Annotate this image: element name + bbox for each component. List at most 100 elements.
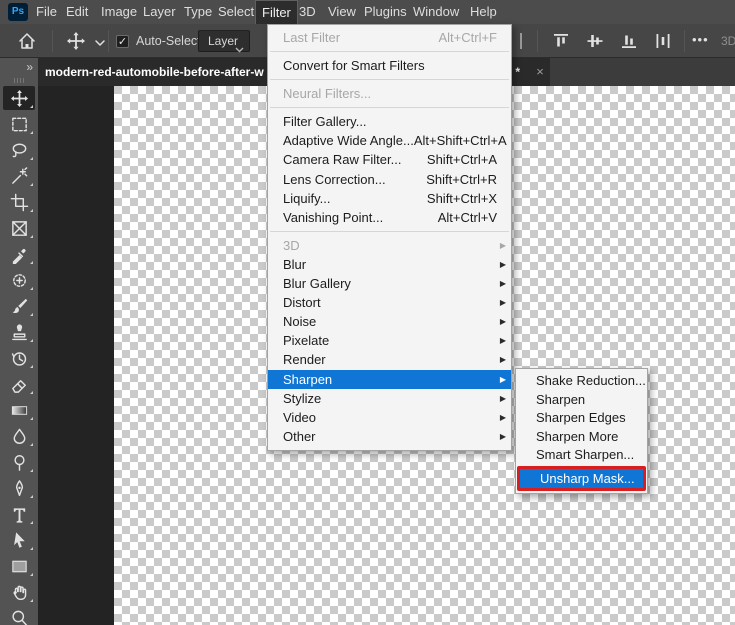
submenu-item-unsharp-mask[interactable]: Unsharp Mask... (520, 468, 643, 488)
tool-eraser[interactable] (3, 372, 35, 396)
menu-item-noise[interactable]: Noise ▶ (268, 312, 511, 331)
menu-item-blur[interactable]: Blur ▶ (268, 255, 511, 274)
submenu-arrow-icon: ▶ (499, 298, 506, 308)
tool-brush[interactable] (3, 294, 35, 318)
tool-blur[interactable] (3, 424, 35, 448)
tool-frame[interactable] (3, 216, 35, 240)
submenu-arrow-icon: ▶ (499, 374, 506, 384)
submenu-arrow-icon: ▶ (499, 355, 506, 365)
menu-item-video[interactable]: Video ▶ (268, 408, 511, 427)
submenu-item-smart-sharpen[interactable]: Smart Sharpen... (516, 446, 647, 465)
tool-eyedropper[interactable] (3, 242, 35, 266)
menu-item-label: Camera Raw Filter... (283, 152, 402, 168)
menubar-item-image[interactable]: Image (95, 0, 143, 24)
menu-item-last-filter[interactable]: Last Filter Alt+Ctrl+F (268, 28, 511, 47)
menubar-item-edit[interactable]: Edit (60, 0, 94, 24)
tool-hand[interactable] (3, 580, 35, 604)
menubar-item-help[interactable]: Help (464, 0, 503, 24)
menubar-item-filter[interactable]: Filter (255, 0, 298, 24)
menu-item-label: Video (283, 409, 317, 425)
menubar-item-layer[interactable]: Layer (137, 0, 182, 24)
menu-item-camera-raw-filter[interactable]: Camera Raw Filter... Shift+Ctrl+A (268, 150, 511, 169)
menu-item-label: Stylize (283, 390, 322, 406)
tool-lasso[interactable] (3, 138, 35, 162)
tool-path-selection[interactable] (3, 528, 35, 552)
menu-item-other[interactable]: Other ▶ (268, 427, 511, 446)
tool-history-brush[interactable] (3, 346, 35, 370)
chevron-down-icon[interactable] (90, 34, 110, 54)
menu-item-vanishing-point[interactable]: Vanishing Point... Alt+Ctrl+V (268, 208, 511, 227)
tool-rectangular-marquee[interactable] (3, 112, 35, 136)
menu-separator (270, 79, 509, 81)
tool-type[interactable] (3, 502, 35, 526)
menu-item-pixelate[interactable]: Pixelate ▶ (268, 331, 511, 350)
magic-wand-icon (11, 166, 27, 184)
menubar-item-select[interactable]: Select (212, 0, 260, 24)
submenu-arrow-icon: ▶ (499, 279, 506, 289)
menu-item-stylize[interactable]: Stylize ▶ (268, 389, 511, 408)
clone-stamp-icon (11, 323, 27, 340)
tool-move[interactable] (3, 86, 35, 110)
menu-item-label: Neural Filters... (283, 86, 372, 102)
brush-icon (12, 298, 27, 313)
menu-item-neural-filters[interactable]: Neural Filters... (268, 84, 511, 103)
menu-item-blur-gallery[interactable]: Blur Gallery ▶ (268, 274, 511, 293)
submenu-item-shake-reduction[interactable]: Shake Reduction... (516, 372, 647, 391)
move-icon (10, 89, 28, 107)
red-highlight-ring: Unsharp Mask... (517, 465, 646, 491)
tool-clone-stamp[interactable] (3, 320, 35, 344)
menu-item-lens-correction[interactable]: Lens Correction... Shift+Ctrl+R (268, 170, 511, 189)
menu-item-adaptive-wide-angle[interactable]: Adaptive Wide Angle... Alt+Shift+Ctrl+A (268, 131, 511, 150)
collapse-panel-button[interactable]: » (0, 58, 38, 76)
tool-pen[interactable] (3, 476, 35, 500)
tool-rectangle[interactable] (3, 554, 35, 578)
menu-item-3d[interactable]: 3D ▶ (268, 236, 511, 255)
menu-item-liquify[interactable]: Liquify... Shift+Ctrl+X (268, 189, 511, 208)
history-brush-icon (11, 351, 26, 366)
auto-select-checkbox[interactable]: ✓ (116, 35, 129, 48)
align-vertical-centers-icon[interactable] (585, 31, 605, 51)
menubar-item-plugins[interactable]: Plugins (358, 0, 413, 24)
tool-healing-brush[interactable] (3, 268, 35, 292)
options-divider (108, 30, 109, 52)
3d-mode-button[interactable]: 3D (721, 24, 735, 58)
panel-grip[interactable] (0, 76, 38, 84)
menu-item-label: Blur (283, 256, 307, 272)
distribute-horizontal-centers-icon[interactable] (653, 31, 673, 51)
close-tab-icon[interactable]: × (532, 58, 548, 86)
blur-icon (13, 428, 25, 444)
menu-item-render[interactable]: Render ▶ (268, 350, 511, 369)
submenu-arrow-icon: ▶ (499, 336, 506, 346)
more-options-button[interactable]: ••• (692, 24, 709, 58)
pasteboard (38, 86, 114, 625)
tool-magic-wand[interactable] (3, 164, 35, 188)
tool-dodge[interactable] (3, 450, 35, 474)
menu-item-shortcut: Shift+Ctrl+X (426, 190, 497, 206)
tool-crop[interactable] (3, 190, 35, 214)
menu-item-convert-for-smart-filters[interactable]: Convert for Smart Filters (268, 56, 511, 75)
auto-select-target-dropdown[interactable]: Layer (198, 30, 250, 53)
tool-gradient[interactable] (3, 398, 35, 422)
healing-brush-icon (12, 273, 26, 287)
menu-item-label: Vanishing Point... (283, 209, 384, 225)
menubar-item-window[interactable]: Window (407, 0, 465, 24)
menu-item-filter-gallery[interactable]: Filter Gallery... (268, 112, 511, 131)
submenu-item-sharpen-more[interactable]: Sharpen More (516, 428, 647, 447)
align-bottom-edges-icon[interactable] (619, 31, 639, 51)
submenu-arrow-icon: ▶ (499, 412, 506, 422)
tool-zoom[interactable] (3, 606, 35, 625)
menu-item-label: Noise (283, 314, 317, 330)
menubar-item-3d[interactable]: 3D (293, 0, 322, 24)
menubar-item-view[interactable]: View (322, 0, 362, 24)
menu-item-distort[interactable]: Distort ▶ (268, 293, 511, 312)
menu-item-sharpen[interactable]: Sharpen ▶ (268, 369, 511, 389)
submenu-item-sharpen[interactable]: Sharpen (516, 391, 647, 410)
align-top-edges-icon[interactable] (551, 31, 571, 51)
move-tool-preset-icon[interactable] (66, 31, 86, 51)
home-icon[interactable] (17, 31, 37, 51)
chevron-down-icon (235, 39, 244, 59)
submenu-arrow-icon: ▶ (499, 240, 506, 250)
menubar-item-file[interactable]: File (30, 0, 63, 24)
menu-item-label: Filter Gallery... (283, 114, 367, 130)
submenu-item-sharpen-edges[interactable]: Sharpen Edges (516, 409, 647, 428)
